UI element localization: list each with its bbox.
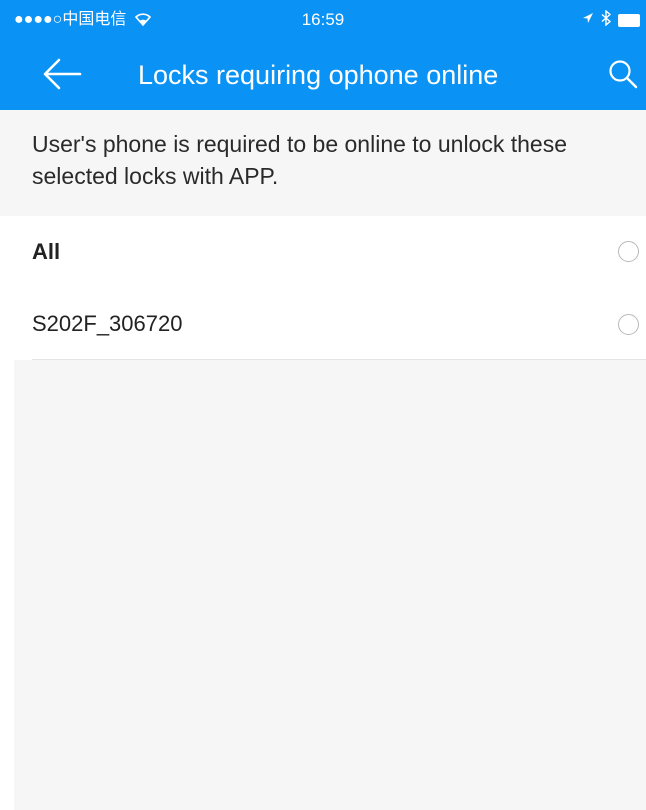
search-icon (608, 58, 640, 95)
back-arrow-icon (42, 58, 82, 95)
radio-button-all[interactable] (618, 241, 639, 262)
search-button[interactable] (608, 54, 646, 98)
status-bar: ●●●●○中国电信 16:59 (0, 0, 646, 40)
list-item-label: All (32, 239, 61, 264)
list-item-lock[interactable]: S202F_306720 (0, 288, 646, 360)
header-bar: Locks requiring ophone online (0, 40, 646, 110)
lock-list: All S202F_306720 (0, 216, 646, 360)
location-arrow-icon (582, 11, 594, 29)
list-item-all[interactable]: All (0, 216, 646, 288)
list-item-label: S202F_306720 (32, 311, 183, 336)
page-title: Locks requiring ophone online (138, 60, 499, 90)
radio-button-lock[interactable] (618, 314, 639, 335)
empty-area (14, 360, 646, 810)
back-button[interactable] (32, 50, 92, 102)
app-screen: ●●●●○中国电信 16:59 Locks requiring ophone o… (0, 0, 646, 810)
status-time: 16:59 (301, 10, 345, 29)
bluetooth-icon (600, 8, 612, 31)
description-text: User's phone is required to be online to… (0, 110, 646, 216)
battery-icon (618, 13, 640, 27)
status-right (582, 8, 640, 31)
